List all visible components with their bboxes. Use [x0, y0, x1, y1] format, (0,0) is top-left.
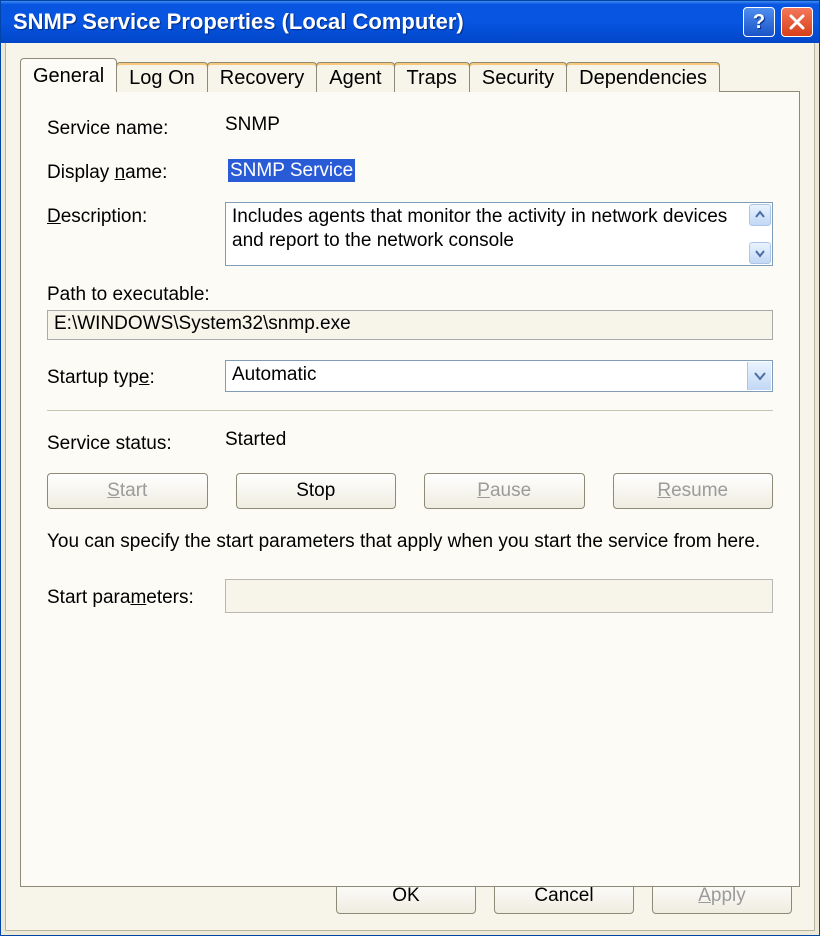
- start-parameters-field: [225, 579, 773, 613]
- value-service-status: Started: [225, 429, 773, 451]
- startup-type-combo[interactable]: Automatic: [225, 360, 773, 392]
- chevron-down-icon: [755, 248, 765, 258]
- tab-log-on[interactable]: Log On: [116, 62, 208, 92]
- pause-button: Pause: [424, 473, 585, 509]
- label-start-parameters: Start parameters:: [47, 583, 225, 609]
- tab-dependencies[interactable]: Dependencies: [566, 62, 720, 92]
- tab-page-general: Service name: SNMP Display name: SNMP Se…: [20, 91, 800, 887]
- tab-recovery[interactable]: Recovery: [207, 62, 317, 92]
- label-path: Path to executable:: [47, 284, 773, 306]
- start-button: Start: [47, 473, 208, 509]
- client-area: General Log On Recovery Agent Traps Secu…: [5, 43, 815, 931]
- close-icon: [789, 14, 805, 30]
- chevron-down-icon: [754, 370, 766, 382]
- scroll-down-button[interactable]: [749, 242, 771, 264]
- start-parameters-hint: You can specify the start parameters tha…: [47, 529, 773, 555]
- label-description: Description:: [47, 202, 225, 228]
- close-button[interactable]: [781, 7, 813, 37]
- label-startup-type: Startup type:: [47, 363, 225, 389]
- startup-type-dropdown-button[interactable]: [747, 362, 771, 390]
- description-textarea[interactable]: Includes agents that monitor the activit…: [225, 202, 773, 266]
- resume-button: Resume: [613, 473, 774, 509]
- tab-security[interactable]: Security: [469, 62, 567, 92]
- title-bar[interactable]: SNMP Service Properties (Local Computer)…: [1, 1, 819, 43]
- scroll-up-button[interactable]: [749, 204, 771, 226]
- tab-general[interactable]: General: [20, 58, 117, 92]
- window-title: SNMP Service Properties (Local Computer): [13, 9, 737, 35]
- service-control-buttons: Start Stop Pause Resume: [47, 473, 773, 509]
- help-icon: ?: [753, 11, 765, 34]
- description-scrollbar[interactable]: [749, 204, 771, 264]
- value-service-name: SNMP: [225, 114, 773, 136]
- chevron-up-icon: [755, 210, 765, 220]
- path-field: E:\WINDOWS\System32\snmp.exe: [47, 310, 773, 340]
- tab-strip: General Log On Recovery Agent Traps Secu…: [20, 57, 800, 91]
- stop-button[interactable]: Stop: [236, 473, 397, 509]
- description-text: Includes agents that monitor the activit…: [232, 206, 727, 251]
- tab-agent[interactable]: Agent: [316, 62, 394, 92]
- label-display-name: Display name:: [47, 158, 225, 184]
- properties-dialog: SNMP Service Properties (Local Computer)…: [0, 0, 820, 936]
- display-name-field[interactable]: SNMP Service: [225, 158, 358, 184]
- help-button[interactable]: ?: [743, 7, 775, 37]
- label-service-status: Service status:: [47, 429, 225, 455]
- label-service-name: Service name:: [47, 114, 225, 140]
- separator: [47, 410, 773, 411]
- startup-type-value: Automatic: [232, 364, 316, 385]
- display-name-selected-text: SNMP Service: [228, 159, 355, 182]
- tab-traps[interactable]: Traps: [394, 62, 470, 92]
